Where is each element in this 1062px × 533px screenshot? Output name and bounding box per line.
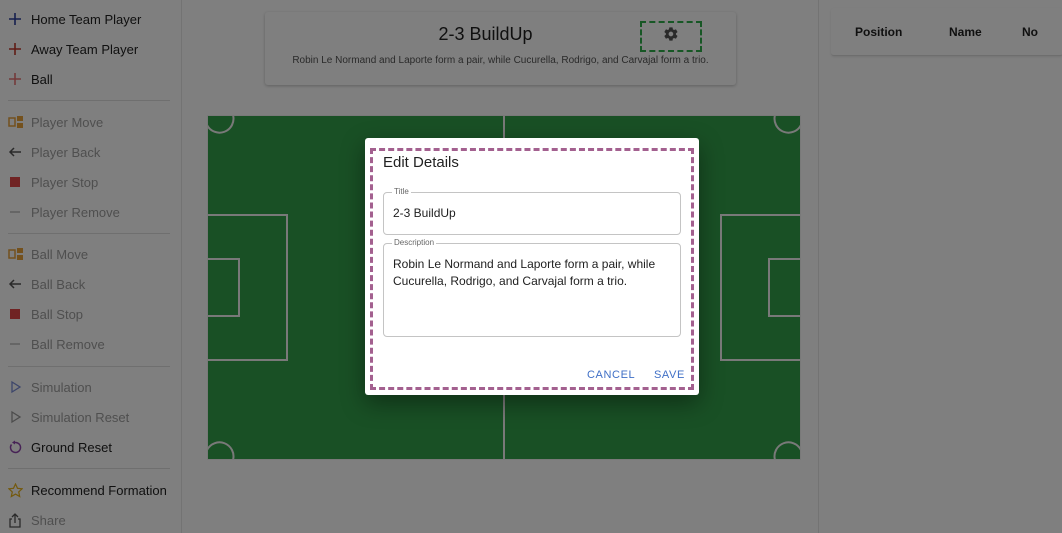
description-field-label: Description [392, 238, 437, 248]
dialog-title: Edit Details [383, 154, 459, 171]
description-field-value: Robin Le Normand and Laporte form a pair… [393, 257, 656, 288]
save-button[interactable]: SAVE [654, 369, 685, 381]
title-field-label: Title [392, 187, 411, 197]
title-field[interactable]: Title 2-3 BuildUp [383, 187, 681, 235]
description-field[interactable]: Description Robin Le Normand and Laporte… [383, 238, 681, 337]
edit-details-dialog: Edit Details Title 2-3 BuildUp Descripti… [365, 138, 699, 395]
cancel-button[interactable]: CANCEL [587, 369, 635, 381]
title-field-value: 2-3 BuildUp [393, 206, 456, 220]
